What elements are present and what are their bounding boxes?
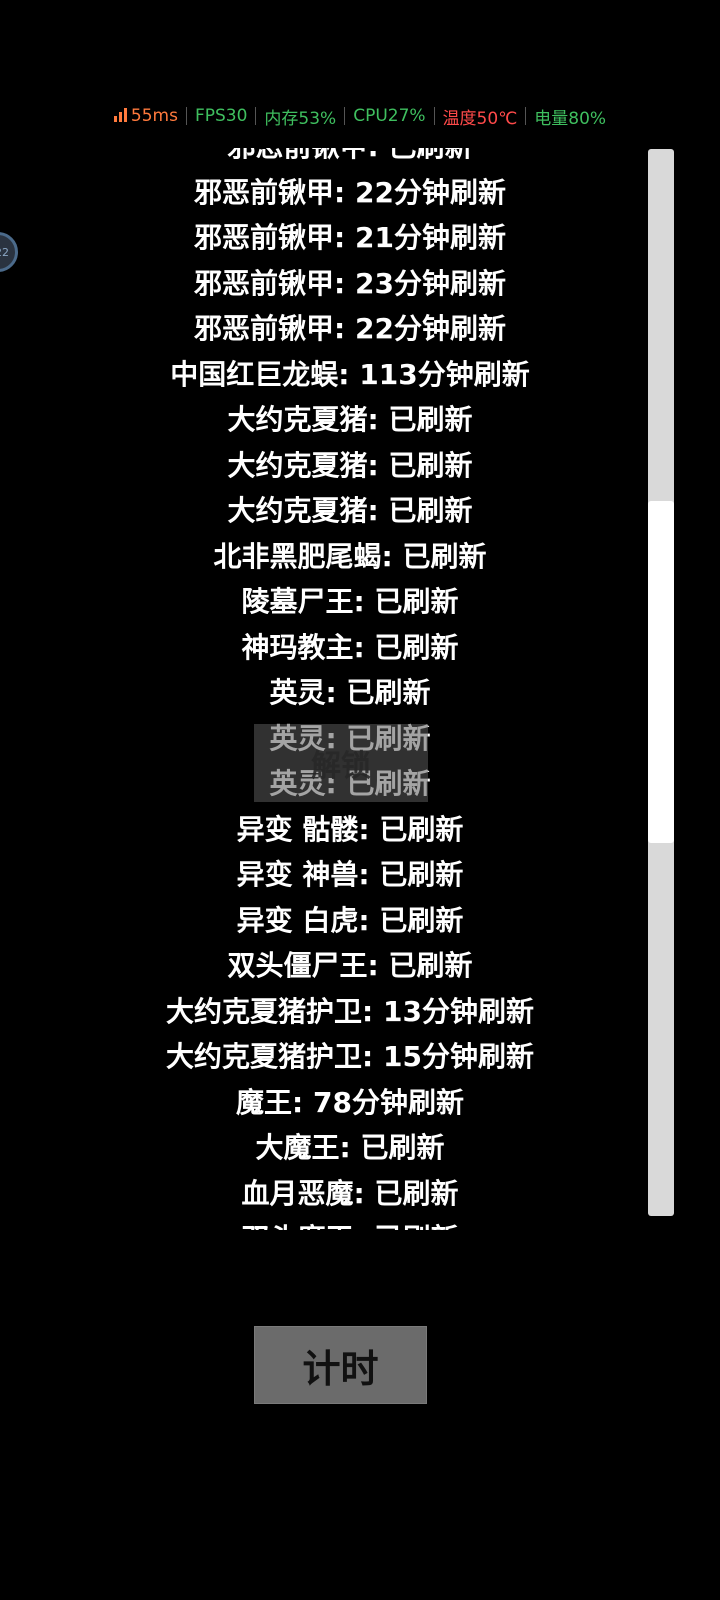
unlock-button[interactable]: 解锁 xyxy=(254,724,428,802)
timer-button[interactable]: 计时 xyxy=(254,1326,427,1404)
list-item: 大约克夏猪护卫: 15分钟刷新 xyxy=(166,1040,534,1073)
list-item: 陵墓尸王: 已刷新 xyxy=(241,585,459,618)
list-item: 邪恶前锹甲: 23分钟刷新 xyxy=(194,266,506,300)
ping-value: 55ms xyxy=(130,106,178,126)
list-item: 大约克夏猪护卫: 13分钟刷新 xyxy=(166,994,534,1028)
list-item: 异变 骷髅: 已刷新 xyxy=(236,812,464,846)
cpu-value: CPU27% xyxy=(353,106,426,126)
memory-value: 内存53% xyxy=(264,108,337,129)
fps-value: FPS30 xyxy=(194,106,248,126)
list-item: 大约克夏猪: 已刷新 xyxy=(227,403,473,436)
ping-indicator: 55ms xyxy=(106,106,186,126)
list-item: 邪恶前锹甲: 已刷新 xyxy=(0,148,636,170)
list-item: 双头僵尸王: 已刷新 xyxy=(227,949,473,982)
list-item: 邪恶前锹甲: 22分钟刷新 xyxy=(194,175,506,209)
list-item: 英灵: 已刷新 xyxy=(269,676,431,709)
list-item: 大约克夏猪: 已刷新 xyxy=(227,448,473,482)
scrollbar-thumb[interactable] xyxy=(648,501,674,843)
list-item: 神玛教主: 已刷新 xyxy=(241,630,459,664)
refresh-list: 邪恶前锹甲: 已刷新邪恶前锹甲: 22分钟刷新邪恶前锹甲: 21分钟刷新邪恶前锹… xyxy=(0,148,636,1230)
temperature-value: 温度50℃ xyxy=(442,108,518,129)
battery-value: 电量80% xyxy=(534,108,607,129)
signal-icon xyxy=(113,108,127,122)
refresh-list-viewport[interactable]: 邪恶前锹甲: 已刷新邪恶前锹甲: 22分钟刷新邪恶前锹甲: 21分钟刷新邪恶前锹… xyxy=(0,148,636,1230)
list-item: 北非黑肥尾蝎: 已刷新 xyxy=(213,539,487,573)
list-item: 大约克夏猪: 已刷新 xyxy=(227,494,473,527)
list-item: 中国红巨龙蜈: 113分钟刷新 xyxy=(170,357,530,391)
list-item: 异变 白虎: 已刷新 xyxy=(236,903,464,937)
list-item: 邪恶前锹甲: 22分钟刷新 xyxy=(194,312,506,345)
list-item: 大魔王: 已刷新 xyxy=(255,1131,445,1164)
list-item: 魔王: 78分钟刷新 xyxy=(236,1085,464,1119)
list-item: 双头魔王: 已刷新 xyxy=(0,1216,636,1230)
list-item: 异变 神兽: 已刷新 xyxy=(236,858,464,891)
performance-overlay: 55ms FPS30 内存53% CPU27% 温度50℃ 电量80% xyxy=(0,104,720,129)
list-item: 血月恶魔: 已刷新 xyxy=(241,1176,459,1210)
scrollbar-track[interactable] xyxy=(648,149,674,1216)
list-item: 邪恶前锹甲: 21分钟刷新 xyxy=(194,221,506,254)
